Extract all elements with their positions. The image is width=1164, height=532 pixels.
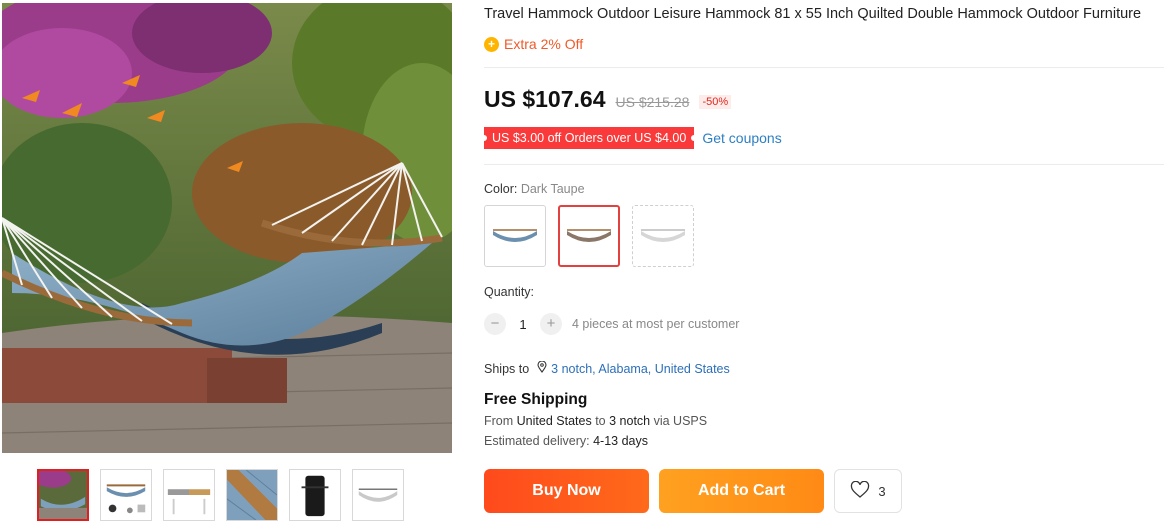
estimated-delivery: Estimated delivery: 4-13 days — [484, 434, 648, 448]
color-swatch-dark-taupe[interactable] — [558, 205, 620, 267]
product-title: Travel Hammock Outdoor Leisure Hammock 8… — [484, 6, 1142, 22]
ships-to-label: Ships to — [484, 361, 530, 376]
shipping-destination: 3 notch — [609, 414, 651, 428]
thumbnail-hammock-parts[interactable] — [100, 469, 152, 521]
shipping-from: From United States to 3 notch via USPS — [484, 414, 707, 428]
heart-icon — [850, 480, 870, 502]
add-to-cart-button[interactable]: Add to Cart — [659, 469, 824, 513]
quantity-limit-note: 4 pieces at most per customer — [572, 317, 740, 331]
thumbnail-hammock-stand[interactable] — [163, 469, 215, 521]
shipping-from-to: to — [595, 414, 606, 428]
extra-discount: + Extra 2% Off — [484, 36, 583, 52]
extra-discount-label: Extra 2% Off — [504, 36, 584, 52]
estimated-delivery-value: 4-13 days — [593, 434, 648, 448]
divider — [484, 67, 1164, 68]
thumbnail-hammock-closeup[interactable] — [226, 469, 278, 521]
main-product-image[interactable] — [2, 3, 452, 453]
quantity-label: Quantity: — [484, 285, 535, 299]
quantity-value[interactable]: 1 — [506, 317, 540, 332]
discount-badge: -50% — [699, 95, 732, 109]
ships-to-row: Ships to 3 notch, Alabama, United States — [484, 360, 730, 376]
color-swatch-blue[interactable] — [484, 205, 546, 267]
buy-now-button[interactable]: Buy Now — [484, 469, 649, 513]
quantity-decrease-button[interactable]: − — [484, 313, 506, 335]
thumbnail-strip — [37, 469, 404, 521]
color-selected-value: Dark Taupe — [520, 182, 585, 196]
estimated-delivery-label: Estimated delivery: — [484, 434, 590, 448]
get-coupons-link[interactable]: Get coupons — [702, 130, 781, 146]
thumbnail-hammock-white[interactable] — [352, 469, 404, 521]
price-row: US $107.64 US $215.28 -50% — [484, 86, 732, 113]
map-pin-icon — [537, 360, 547, 376]
thumbnail-hammock-garden[interactable] — [37, 469, 89, 521]
color-swatches — [484, 205, 694, 267]
quantity-increase-button[interactable]: + — [540, 313, 562, 335]
coupon-row: US $3.00 off Orders over US $4.00 Get co… — [480, 127, 782, 149]
quantity-stepper: − 1 + 4 pieces at most per customer — [484, 313, 739, 335]
coupon-badge[interactable]: US $3.00 off Orders over US $4.00 — [480, 127, 698, 149]
original-price: US $215.28 — [615, 94, 690, 110]
current-price: US $107.64 — [484, 86, 606, 112]
shipping-carrier: via USPS — [653, 414, 708, 428]
color-label: Color: Dark Taupe — [484, 182, 585, 196]
shipping-from-country: United States — [516, 414, 592, 428]
shipping-from-prefix: From — [484, 414, 514, 428]
color-label-text: Color: — [484, 182, 518, 196]
plus-coin-icon: + — [484, 36, 499, 52]
wishlist-button[interactable]: 3 — [834, 469, 902, 513]
free-shipping-title: Free Shipping — [484, 391, 588, 408]
thumbnail-carry-bag[interactable] — [289, 469, 341, 521]
divider — [484, 164, 1164, 165]
color-swatch-light-gray[interactable] — [632, 205, 694, 267]
ships-to-location[interactable]: 3 notch, Alabama, United States — [551, 362, 730, 376]
wishlist-count: 3 — [878, 483, 886, 499]
